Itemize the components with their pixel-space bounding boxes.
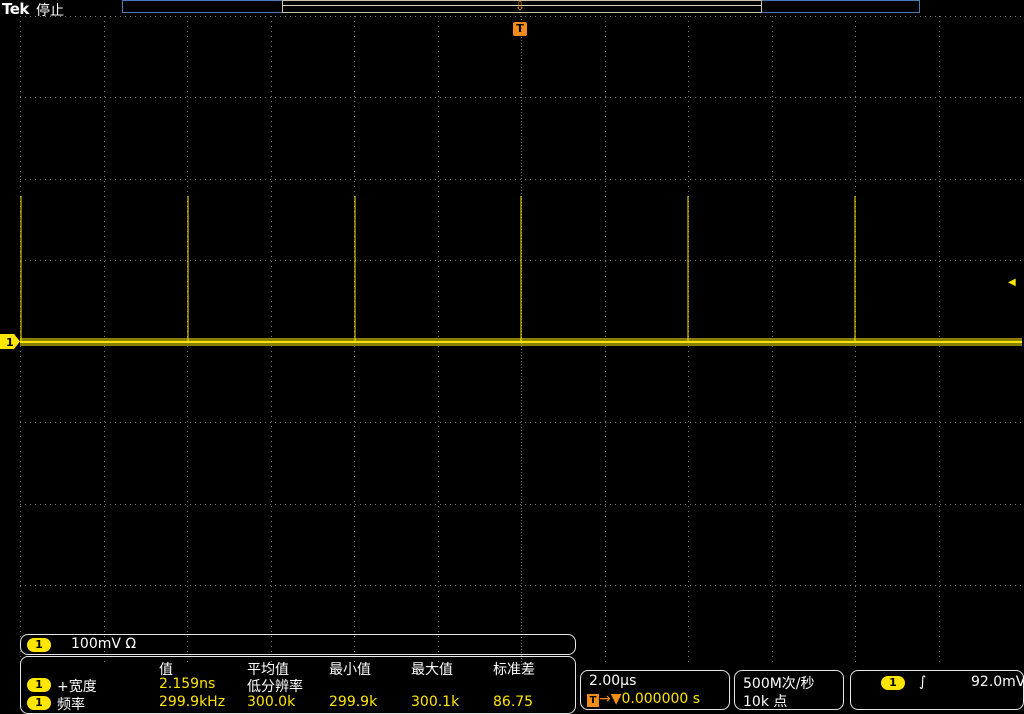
meas-value: 2.159ns	[159, 676, 216, 692]
record-length: 10k 点	[743, 694, 788, 710]
waveform-graticule	[20, 16, 1022, 666]
meas-row[interactable]: 1 +宽度 2.159ns 低分辨率	[21, 676, 577, 695]
acquisition-panel[interactable]: 500M次/秒 10k 点	[734, 670, 844, 710]
ch1-scale: 100mV Ω	[71, 636, 137, 652]
meas-stddev: 86.75	[493, 694, 534, 710]
trigger-delay-icon: T	[587, 694, 599, 707]
meas-channel-badge: 1	[27, 696, 51, 710]
horizontal-position: T →▼0.000000 s	[587, 691, 700, 707]
measurement-panel[interactable]: 值 平均值 最小值 最大值 标准差 1 +宽度 2.159ns 低分辨率 1 频…	[20, 656, 576, 714]
meas-min: 299.9k	[329, 694, 378, 710]
sample-rate: 500M次/秒	[743, 676, 815, 692]
ch1-ground-marker[interactable]: 1	[0, 334, 20, 349]
meas-label: 频率	[57, 697, 85, 713]
meas-channel-badge: 1	[27, 678, 51, 692]
meas-mean: 300.0k	[247, 694, 296, 710]
rising-edge-icon: ∫	[919, 674, 927, 690]
delay-arrow-icon: →▼	[599, 691, 622, 707]
timebase-panel[interactable]: 2.00µs T →▼0.000000 s	[580, 670, 730, 710]
horizontal-scale: 2.00µs	[589, 673, 637, 689]
meas-max: 300.1k	[411, 694, 460, 710]
trigger-level: 92.0mV	[971, 674, 1024, 690]
meas-value: 299.9kHz	[159, 694, 226, 710]
ch1-waveform-trace	[20, 196, 1022, 346]
meas-label: +宽度	[57, 679, 97, 695]
trigger-panel[interactable]: 1 ∫ 92.0mV	[850, 670, 1024, 710]
trigger-position-arrow-icon: ⇩	[515, 0, 526, 13]
channel-readout[interactable]: 1 100mV Ω	[20, 634, 576, 655]
trigger-source-badge: 1	[881, 676, 905, 690]
ch1-badge: 1	[27, 638, 51, 652]
meas-row[interactable]: 1 频率 299.9kHz 300.0k 299.9k 300.1k 86.75	[21, 694, 577, 713]
meas-mean: 低分辨率	[247, 679, 303, 695]
svg-text:1: 1	[6, 336, 14, 349]
trigger-level-marker-icon: ◀	[1008, 277, 1016, 288]
horizontal-position-value: 0.000000 s	[621, 691, 701, 707]
